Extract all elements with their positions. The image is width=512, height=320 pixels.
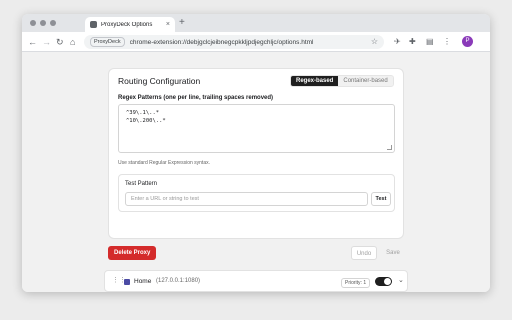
extension-icon[interactable]: ✈	[394, 37, 401, 47]
test-pattern-panel: Test Pattern Enter a URL or string to te…	[118, 174, 395, 212]
close-window-dot[interactable]	[30, 20, 36, 26]
pattern-line: ^39\.1\..*	[126, 110, 160, 116]
back-icon[interactable]: ←	[28, 36, 37, 48]
regex-hint: Use standard Regular Expression syntax.	[118, 160, 210, 166]
tab-title: ProxyDeck Options	[101, 21, 153, 28]
url-text[interactable]: chrome-extension://debjgclcjeibnegcpkklj…	[130, 39, 366, 46]
menu-icon[interactable]: ⋮	[443, 37, 451, 47]
bookmark-star-icon[interactable]: ☆	[371, 38, 378, 46]
extensions-puzzle-icon[interactable]: ✚	[409, 37, 416, 47]
pattern-line: ^10\.200\..*	[126, 117, 166, 124]
reload-icon[interactable]: ↻	[56, 36, 64, 48]
browser-window: ProxyDeck Options × + ← → ↻ ⌂ ProxyDeck …	[22, 14, 490, 292]
proxy-color-swatch	[124, 279, 130, 285]
tab-proxydeck-options[interactable]: ProxyDeck Options ×	[85, 17, 175, 32]
options-page: Routing Configuration Regex-based Contai…	[22, 52, 490, 292]
test-button[interactable]: Test	[371, 192, 391, 206]
close-tab-icon[interactable]: ×	[166, 21, 170, 28]
browser-toolbar: ← → ↻ ⌂ ProxyDeck chrome-extension://deb…	[22, 32, 490, 52]
tab-strip: ProxyDeck Options × +	[22, 14, 490, 32]
patterns-textarea[interactable]: ^39\.1\..* ^10\.200\..*	[118, 104, 395, 153]
test-pattern-input[interactable]: Enter a URL or string to test	[125, 192, 368, 206]
test-pattern-label: Test Pattern	[125, 181, 158, 187]
forward-icon[interactable]: →	[42, 36, 51, 48]
patterns-label: Regex Patterns (one per line, trailing s…	[118, 95, 274, 101]
side-panel-icon[interactable]: ▤	[426, 37, 434, 47]
resize-handle-icon[interactable]	[387, 145, 392, 150]
mode-container-button[interactable]: Container-based	[338, 76, 393, 86]
delete-proxy-button[interactable]: Delete Proxy	[108, 246, 157, 260]
routing-mode-toggle: Regex-based Container-based	[290, 75, 394, 87]
routing-card: Routing Configuration Regex-based Contai…	[108, 68, 404, 239]
profile-avatar[interactable]: P	[462, 36, 473, 47]
mode-regex-button[interactable]: Regex-based	[291, 76, 339, 86]
proxy-list-item[interactable]: ⋮⋮ Home (127.0.0.1:1080) Priority: 1 ⌄	[104, 270, 408, 292]
priority-badge: Priority: 1	[341, 278, 371, 288]
proxy-name: Home	[134, 278, 152, 285]
chevron-down-icon[interactable]: ⌄	[398, 277, 404, 285]
tab-favicon-icon	[90, 21, 97, 28]
routing-title: Routing Configuration	[118, 76, 201, 86]
minimize-window-dot[interactable]	[40, 20, 46, 26]
site-info-chip[interactable]: ProxyDeck	[90, 37, 125, 47]
toggle-knob	[384, 278, 391, 285]
new-tab-icon[interactable]: +	[179, 17, 185, 29]
home-icon[interactable]: ⌂	[70, 36, 75, 48]
proxy-enable-toggle[interactable]	[375, 277, 392, 286]
proxy-host: (127.0.0.1:1080)	[156, 278, 201, 284]
undo-button[interactable]: Undo	[351, 246, 377, 260]
zoom-window-dot[interactable]	[50, 20, 56, 26]
save-button[interactable]: Save	[381, 246, 405, 260]
address-bar[interactable]: ProxyDeck chrome-extension://debjgclcjei…	[84, 35, 384, 49]
